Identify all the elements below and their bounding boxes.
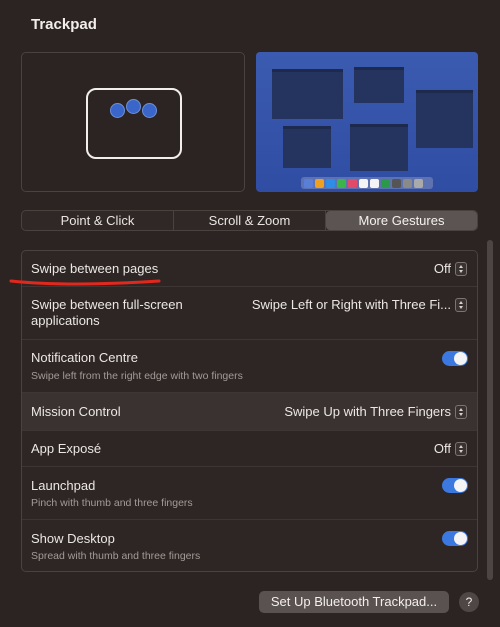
app-expose-label: App Exposé bbox=[31, 441, 102, 456]
show-desktop-description: Spread with thumb and three fingers bbox=[31, 550, 201, 562]
gesture-preview-video bbox=[256, 52, 478, 192]
swipe-fullscreen-value: Swipe Left or Right with Three Fi... bbox=[251, 297, 451, 312]
notification-centre-toggle[interactable] bbox=[442, 351, 468, 366]
scrollbar[interactable] bbox=[487, 240, 493, 580]
tab-point-click[interactable]: Point & Click bbox=[22, 211, 174, 230]
settings-tabs: Point & Click Scroll & Zoom More Gesture… bbox=[21, 210, 478, 231]
launchpad-description: Pinch with thumb and three fingers bbox=[31, 497, 193, 509]
notification-centre-label: Notification Centre bbox=[31, 350, 138, 365]
trackpad-settings-window: Trackpad Point & Click Scroll & Zoom Mor… bbox=[0, 0, 500, 627]
annotation-underline bbox=[9, 279, 161, 286]
setup-bluetooth-trackpad-button[interactable]: Set Up Bluetooth Trackpad... bbox=[259, 591, 449, 613]
gesture-illustration bbox=[21, 52, 245, 192]
preview-window bbox=[416, 90, 473, 148]
finger-dot-icon bbox=[126, 99, 141, 114]
finger-dot-icon bbox=[110, 103, 125, 118]
launchpad-label: Launchpad bbox=[31, 478, 96, 493]
swipe-fullscreen-select[interactable]: Swipe Left or Right with Three Fi... bbox=[252, 297, 467, 312]
notification-centre-description: Swipe left from the right edge with two … bbox=[31, 370, 243, 382]
mission-control-select[interactable]: Swipe Up with Three Fingers bbox=[284, 404, 467, 419]
setting-row-swipe-fullscreen: Swipe between full-screen applications S… bbox=[22, 287, 477, 340]
preview-window bbox=[354, 67, 404, 103]
swipe-pages-label: Swipe between pages bbox=[31, 261, 159, 276]
trackpad-gesture-icon bbox=[86, 88, 182, 159]
preview-window bbox=[272, 69, 343, 119]
swipe-pages-value: Off bbox=[433, 261, 451, 276]
swipe-fullscreen-label: Swipe between full-screen applications bbox=[31, 297, 183, 328]
mission-control-value: Swipe Up with Three Fingers bbox=[284, 404, 451, 419]
mission-control-label: Mission Control bbox=[31, 404, 121, 419]
setting-row-mission-control: Mission Control Swipe Up with Three Fing… bbox=[22, 393, 477, 431]
setting-row-app-expose: App Exposé Off bbox=[22, 431, 477, 467]
app-expose-select[interactable]: Off bbox=[434, 441, 467, 456]
setting-row-launchpad: Launchpad Pinch with thumb and three fin… bbox=[22, 467, 477, 520]
gestures-list: Swipe between pages Off Swipe between fu… bbox=[21, 250, 478, 572]
stepper-icon bbox=[455, 261, 467, 276]
tab-scroll-zoom[interactable]: Scroll & Zoom bbox=[174, 211, 326, 230]
swipe-pages-select[interactable]: Off bbox=[434, 261, 467, 276]
setting-row-notification-centre: Notification Centre Swipe left from the … bbox=[22, 340, 477, 393]
stepper-icon bbox=[455, 441, 467, 456]
setting-row-show-desktop: Show Desktop Spread with thumb and three… bbox=[22, 520, 477, 571]
show-desktop-toggle[interactable] bbox=[442, 531, 468, 546]
finger-dot-icon bbox=[142, 103, 157, 118]
show-desktop-label: Show Desktop bbox=[31, 531, 115, 546]
stepper-icon bbox=[455, 404, 467, 419]
page-title: Trackpad bbox=[31, 16, 97, 33]
help-icon[interactable]: ? bbox=[459, 592, 479, 612]
stepper-icon bbox=[455, 297, 467, 312]
launchpad-toggle[interactable] bbox=[442, 478, 468, 493]
preview-window bbox=[350, 124, 408, 171]
tab-more-gestures[interactable]: More Gestures bbox=[326, 211, 477, 230]
app-expose-value: Off bbox=[433, 441, 451, 456]
preview-dock bbox=[301, 177, 433, 189]
preview-window bbox=[283, 126, 331, 168]
